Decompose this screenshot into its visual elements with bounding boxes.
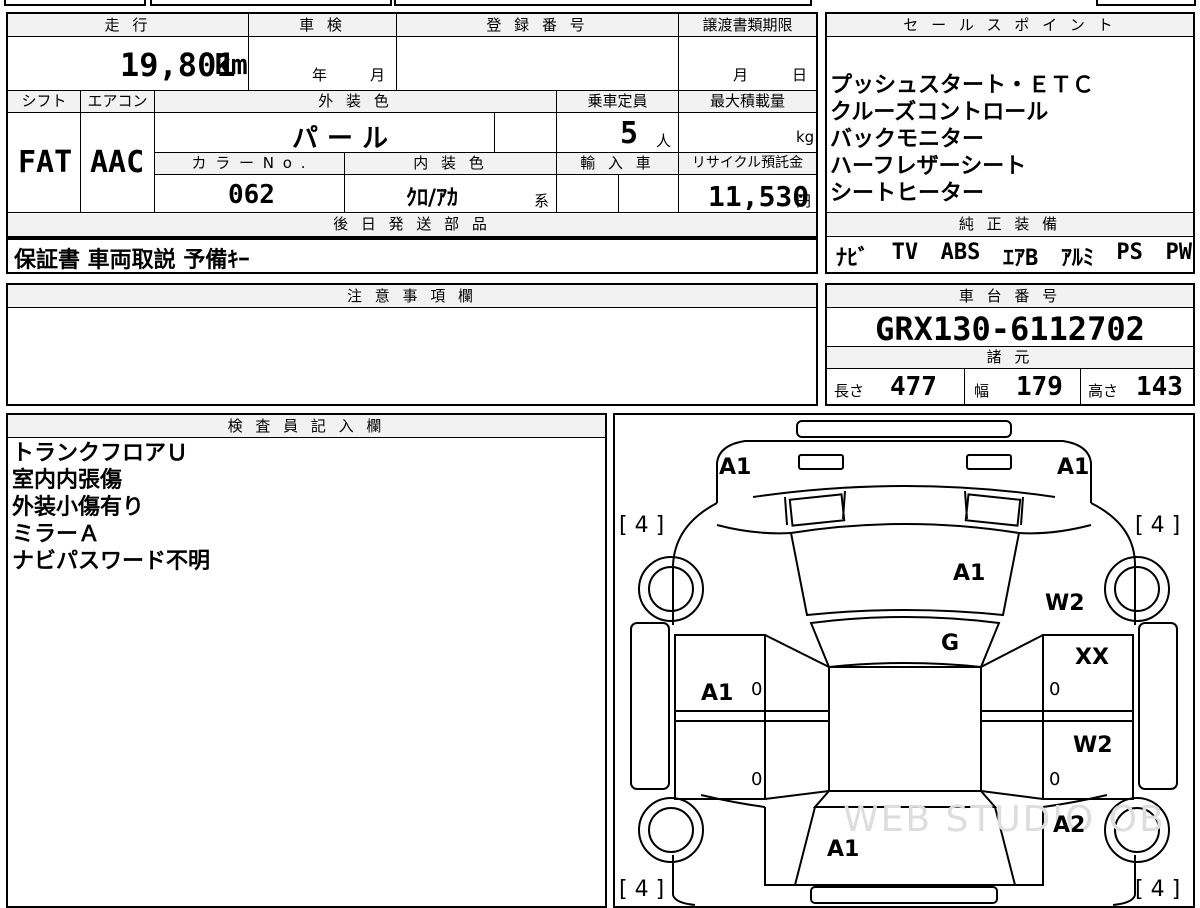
mark-fender-fr: W2: [1045, 591, 1085, 616]
later-parts-value: 保証書 車両取説 予備ｷｰ: [14, 248, 250, 273]
spec-height-value: 143: [1136, 372, 1183, 402]
sales-points-list: プッシュスタート・ＥＴＣ クルーズコントロール バックモニター ハーフレザーシー…: [830, 72, 1094, 207]
transfer-day-label: 日: [792, 66, 808, 84]
capacity-value: 5: [620, 116, 639, 151]
mark-zero-rl: 0: [751, 769, 763, 790]
inspector-label: 検 査 員 記 入 欄: [227, 417, 386, 435]
spec-width-value: 179: [1016, 372, 1063, 402]
roof-shape: [828, 666, 982, 792]
chassis-value: GRX130-6112702: [875, 310, 1145, 348]
equipment-item: ｱﾙﾐ: [1060, 246, 1094, 271]
capacity-unit: 人: [656, 132, 672, 150]
mark-tire-fl: [ 4 ]: [619, 513, 665, 538]
interior-color-value: ｸﾛ/ｱｶ: [406, 186, 459, 211]
later-parts-label: 後 日 発 送 部 品: [333, 215, 491, 233]
rear-bumper-shape: [810, 886, 998, 904]
shift-value: FAT: [18, 145, 73, 180]
windshield-shape: [809, 616, 1001, 669]
mark-tire-fr: [ 4 ]: [1135, 513, 1181, 538]
max-load-label: 最大積載量: [709, 92, 785, 110]
mark-zero-fr: 0: [1049, 679, 1061, 700]
mark-door-fl: A1: [701, 681, 734, 706]
max-load-unit: kg: [796, 128, 815, 146]
inspector-lines: トランクフロアＵ 室内内張傷 外装小傷有り ミラーＡ ナビパスワード不明: [12, 440, 210, 575]
capacity-label: 乗車定員: [587, 92, 648, 110]
mileage-unit: km: [214, 48, 248, 81]
recycle-label: リサイクル預託金: [691, 155, 804, 171]
mark-trunk: A1: [827, 837, 860, 862]
sales-point-item: ハーフレザーシート: [830, 154, 1027, 179]
chassis-label: 車 台 番 号: [958, 287, 1062, 305]
registration-label: 登 録 番 号: [486, 16, 589, 34]
mark-windshield: G: [941, 631, 960, 656]
recycle-fee-value: 11,530: [708, 180, 810, 213]
spec-length-value: 477: [890, 372, 937, 402]
sales-point-item: プッシュスタート・ＥＴＣ: [830, 73, 1095, 98]
spec-length-label: 長さ: [834, 382, 865, 400]
grille-right-shape: [964, 493, 1022, 527]
mileage-label: 走 行: [104, 16, 152, 34]
mark-quarter-rr: A2: [1053, 813, 1086, 838]
headlight-right-shape: [966, 454, 1012, 470]
watermark: WEB STUDIO OB: [843, 799, 1166, 840]
inspection-label: 車 検: [299, 16, 346, 34]
aircon-value: AAC: [90, 145, 145, 180]
sales-point-item: シートヒーター: [830, 181, 985, 206]
headlight-left-shape: [798, 454, 844, 470]
inspector-line: ミラーＡ: [12, 522, 101, 547]
inspection-month-label: 月: [370, 66, 386, 84]
mirror-left-shape: [630, 622, 670, 790]
color-no-value: 062: [228, 180, 275, 210]
transfer-deadline-label: 譲渡書類期限: [702, 16, 793, 34]
mark-tire-rl: [ 4 ]: [619, 877, 665, 902]
mark-zero-fl: 0: [751, 679, 763, 700]
sales-point-item: バックモニター: [830, 127, 985, 152]
shift-label: シフト: [21, 92, 67, 110]
exterior-color-value: パ ー ル: [292, 124, 389, 154]
interior-color-suffix: 系: [534, 192, 550, 210]
inspector-line: トランクフロアＵ: [12, 441, 189, 466]
inspector-line: ナビパスワード不明: [12, 549, 211, 574]
mark-front-left: A1: [719, 455, 752, 480]
specs-label: 諸 元: [986, 348, 1034, 366]
recycle-fee-unit: 円: [796, 192, 812, 210]
top-cutoff-strip: [0, 0, 1200, 6]
mark-zero-rr: 0: [1049, 769, 1061, 790]
grille-left-shape: [788, 493, 846, 527]
car-diagram-box: WEB STUDIO OB A1 A1 [ 4 ] [ 4 ] [ 4 ] [ …: [613, 413, 1195, 908]
sales-points-label: セ ー ル ス ポ イ ン ト: [903, 16, 1117, 34]
color-no-label: カ ラ ー N o .: [191, 154, 308, 172]
transfer-month-label: 月: [733, 66, 749, 84]
notes-label: 注 意 事 項 欄: [346, 287, 478, 305]
inspector-line: 室内内張傷: [12, 468, 123, 493]
spec-height-label: 高さ: [1088, 382, 1119, 400]
interior-color-label: 内 装 色: [413, 154, 488, 172]
mark-door-rr: W2: [1073, 733, 1113, 758]
mark-front-right: A1: [1057, 455, 1090, 480]
standard-equipment-list: ﾅﾋﾞ TV ABS ｴｱB ｱﾙﾐ PS PW: [836, 240, 1192, 272]
mark-tire-rr: [ 4 ]: [1135, 877, 1181, 902]
standard-equipment-label: 純 正 装 備: [958, 215, 1062, 233]
import-label: 輸 入 車: [580, 154, 655, 172]
mark-hood: A1: [953, 561, 986, 586]
equipment-item: ｴｱB: [1003, 246, 1039, 271]
inspection-year-label: 年: [312, 66, 328, 84]
mirror-right-shape: [1138, 622, 1178, 790]
equipment-item: ABS: [940, 240, 981, 265]
equipment-item: PW: [1165, 240, 1193, 265]
sales-point-item: クルーズコントロール: [830, 100, 1049, 125]
equipment-item: TV: [891, 240, 919, 265]
aircon-label: エアコン: [87, 92, 148, 110]
exterior-color-label: 外 装 色: [318, 92, 393, 110]
spec-width-label: 幅: [974, 382, 990, 400]
front-bumper-shape: [796, 420, 1012, 438]
inspector-line: 外装小傷有り: [12, 495, 145, 520]
equipment-item: PS: [1116, 240, 1143, 265]
equipment-item: ﾅﾋﾞ: [836, 246, 870, 271]
mark-door-fr: XX: [1075, 645, 1109, 670]
